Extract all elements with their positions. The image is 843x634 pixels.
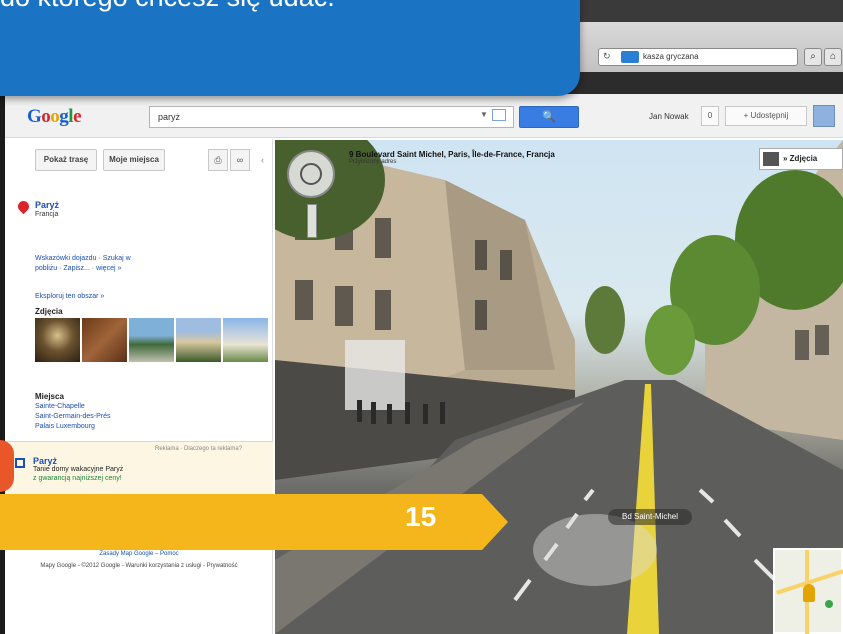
photo-icon xyxy=(763,152,779,166)
place-title[interactable]: Paryż xyxy=(35,200,59,210)
avatar[interactable] xyxy=(813,105,835,127)
decorative-tab xyxy=(0,440,14,492)
notification-count[interactable]: 0 xyxy=(701,106,719,126)
explore-area-link[interactable]: Eksploruj ten obszar » xyxy=(35,292,104,302)
link-icon[interactable]: ∞ xyxy=(230,149,250,171)
google-logo[interactable]: Google xyxy=(27,106,81,128)
step-banner-arrow xyxy=(482,494,508,550)
pan-control[interactable] xyxy=(287,150,335,198)
address-bar[interactable]: ↻ kasza gryczana xyxy=(598,48,798,66)
search-input-value: paryż xyxy=(158,112,181,122)
search-button[interactable]: 🔍 xyxy=(519,106,579,128)
map-pin-icon xyxy=(15,198,32,215)
my-places-button[interactable]: Moje miejsca xyxy=(103,149,165,171)
footer-copyright[interactable]: Mapy Google - ©2012 Google - Warunki kor… xyxy=(5,563,273,569)
ad-text-2: z gwarancją najniższej ceny! xyxy=(33,475,122,482)
photos-label: » Zdjęcia xyxy=(783,154,818,163)
photos-heading: Zdjęcia xyxy=(35,307,63,316)
search-input[interactable]: paryż xyxy=(149,106,514,128)
place-link[interactable]: Saint-Germain-des-Prés xyxy=(35,412,110,422)
pegman-icon[interactable] xyxy=(803,584,815,602)
place-link[interactable]: Palais Luxembourg xyxy=(35,422,95,432)
callout-text: e, do którego chcesz się udać. xyxy=(0,0,335,13)
browser-menu-strip xyxy=(560,72,843,94)
print-icon[interactable]: ⎙ xyxy=(208,149,228,171)
search-icon[interactable]: ⌕ xyxy=(804,48,822,66)
compass-icon xyxy=(300,163,322,185)
user-name[interactable]: Jan Nowak xyxy=(649,112,689,121)
footer-links[interactable]: Zasady Map Google – Pomoc xyxy=(5,551,273,557)
photo-strip xyxy=(35,318,268,362)
share-button[interactable]: + Udostępnij xyxy=(725,106,807,126)
place-link[interactable]: Sainte-Chapelle xyxy=(35,402,85,412)
zoom-slider[interactable] xyxy=(307,204,317,238)
home-icon[interactable]: ⌂ xyxy=(824,48,842,66)
keyboard-icon[interactable] xyxy=(492,109,506,121)
location-dot-icon xyxy=(825,600,833,608)
directions-button[interactable]: Pokaż trasę xyxy=(35,149,97,171)
google-header: Google paryż ▼ 🔍 Jan Nowak 0 + Udostępni… xyxy=(5,94,843,138)
left-panel: Pokaż trasę Moje miejsca ⎙ ∞ ‹ Paryż Fra… xyxy=(5,139,273,634)
site-icon xyxy=(621,51,639,63)
ad-label[interactable]: Reklama · Dlaczego ta reklama? xyxy=(155,446,242,452)
chevron-down-icon[interactable]: ▼ xyxy=(480,110,488,119)
step-number: 15 xyxy=(405,501,437,532)
photo-thumbnail[interactable] xyxy=(82,318,127,362)
photo-thumbnail[interactable] xyxy=(129,318,174,362)
mini-map[interactable] xyxy=(773,548,843,634)
street-scene xyxy=(275,140,843,634)
photos-toggle[interactable]: » Zdjęcia xyxy=(759,148,843,170)
google-maps-page: Google paryż ▼ 🔍 Jan Nowak 0 + Udostępni… xyxy=(5,94,843,634)
photo-thumbnail[interactable] xyxy=(35,318,80,362)
place-actions-line2[interactable]: pobliżu · Zapisz... · więcej » xyxy=(35,264,121,274)
collapse-panel-icon[interactable]: ‹ xyxy=(261,155,264,165)
photo-thumbnail[interactable] xyxy=(223,318,268,362)
ad-title[interactable]: Paryż xyxy=(33,456,57,466)
street-address-note: Przybliżony adres xyxy=(349,159,397,165)
browser-titlebar xyxy=(560,0,843,22)
photo-thumbnail[interactable] xyxy=(176,318,221,362)
reload-icon[interactable]: ↻ xyxy=(603,51,611,62)
street-address: 9 Boulevard Saint Michel, Paris, Île-de-… xyxy=(349,150,555,159)
ad-icon xyxy=(15,458,25,468)
place-actions-line1[interactable]: Wskazówki dojazdu · Szukaj w xyxy=(35,254,131,264)
ad-text: Tanie domy wakacyjne Paryż xyxy=(33,466,124,473)
places-heading: Miejsca xyxy=(35,392,64,401)
place-country: Francja xyxy=(35,211,59,218)
street-name-label[interactable]: Bd Saint-Michel xyxy=(608,509,692,525)
instruction-callout: e, do którego chcesz się udać. xyxy=(0,0,580,96)
street-view-panorama[interactable]: 9 Boulevard Saint Michel, Paris, Île-de-… xyxy=(275,140,843,634)
address-text: kasza gryczana xyxy=(643,52,699,61)
